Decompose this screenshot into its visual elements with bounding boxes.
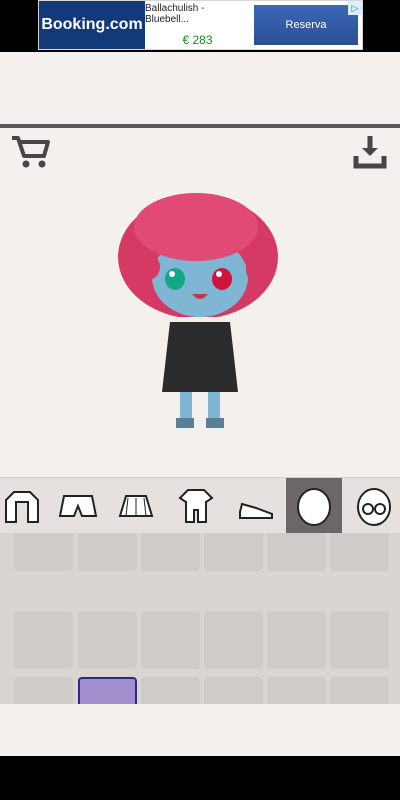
category-shorts[interactable] <box>50 478 106 534</box>
download-button[interactable] <box>350 132 390 172</box>
selected-item-tile[interactable] <box>78 677 137 704</box>
ad-info-icon[interactable]: ▷ <box>348 1 362 15</box>
item-tile[interactable] <box>14 533 73 571</box>
category-bar <box>0 477 400 534</box>
ad-body: Ballachulish - Bluebell... € 283 <box>145 1 250 49</box>
face-icon <box>297 488 331 526</box>
status-bar: Booking.com Ballachulish - Bluebell... €… <box>0 0 400 52</box>
top-blank-area <box>0 52 400 124</box>
jacket-icon <box>5 491 39 523</box>
category-jumpsuit[interactable] <box>168 478 224 534</box>
item-tile[interactable] <box>267 677 326 704</box>
category-shoes[interactable] <box>228 478 284 534</box>
ad-cta-button[interactable]: Reserva <box>254 5 358 45</box>
item-tile[interactable] <box>204 533 263 571</box>
ad-title: Ballachulish - Bluebell... <box>145 3 205 25</box>
ad-banner[interactable]: Booking.com Ballachulish - Bluebell... €… <box>38 0 363 50</box>
cart-button[interactable] <box>8 132 52 172</box>
cart-icon <box>12 136 50 168</box>
avatar-character[interactable] <box>110 182 290 432</box>
item-tile[interactable] <box>330 533 389 571</box>
item-tile[interactable] <box>204 677 263 704</box>
item-tile[interactable] <box>141 611 200 669</box>
item-grid <box>0 533 400 704</box>
item-tile[interactable] <box>267 611 326 669</box>
shorts-icon <box>58 495 98 517</box>
item-tile[interactable] <box>141 677 200 704</box>
glasses-icon <box>357 488 391 526</box>
item-tile[interactable] <box>78 611 137 669</box>
jumpsuit-icon <box>178 489 214 523</box>
category-skirt[interactable] <box>108 478 164 534</box>
ad-price: € 283 <box>182 33 213 47</box>
item-tile[interactable] <box>330 611 389 669</box>
category-jacket[interactable] <box>0 478 50 534</box>
shoe-icon <box>239 502 273 519</box>
ad-brand: Booking.com <box>39 1 145 49</box>
item-tile[interactable] <box>14 611 73 669</box>
category-glasses[interactable] <box>346 478 400 534</box>
item-tile[interactable] <box>330 677 389 704</box>
category-face[interactable] <box>286 478 342 534</box>
android-navigation-bar <box>0 756 400 800</box>
item-tile[interactable] <box>204 611 263 669</box>
download-icon <box>353 136 387 169</box>
item-tile[interactable] <box>267 533 326 571</box>
item-tile[interactable] <box>14 677 73 704</box>
divider <box>0 124 400 128</box>
item-tile[interactable] <box>141 533 200 571</box>
skirt-icon <box>118 495 154 517</box>
item-tile[interactable] <box>78 533 137 571</box>
